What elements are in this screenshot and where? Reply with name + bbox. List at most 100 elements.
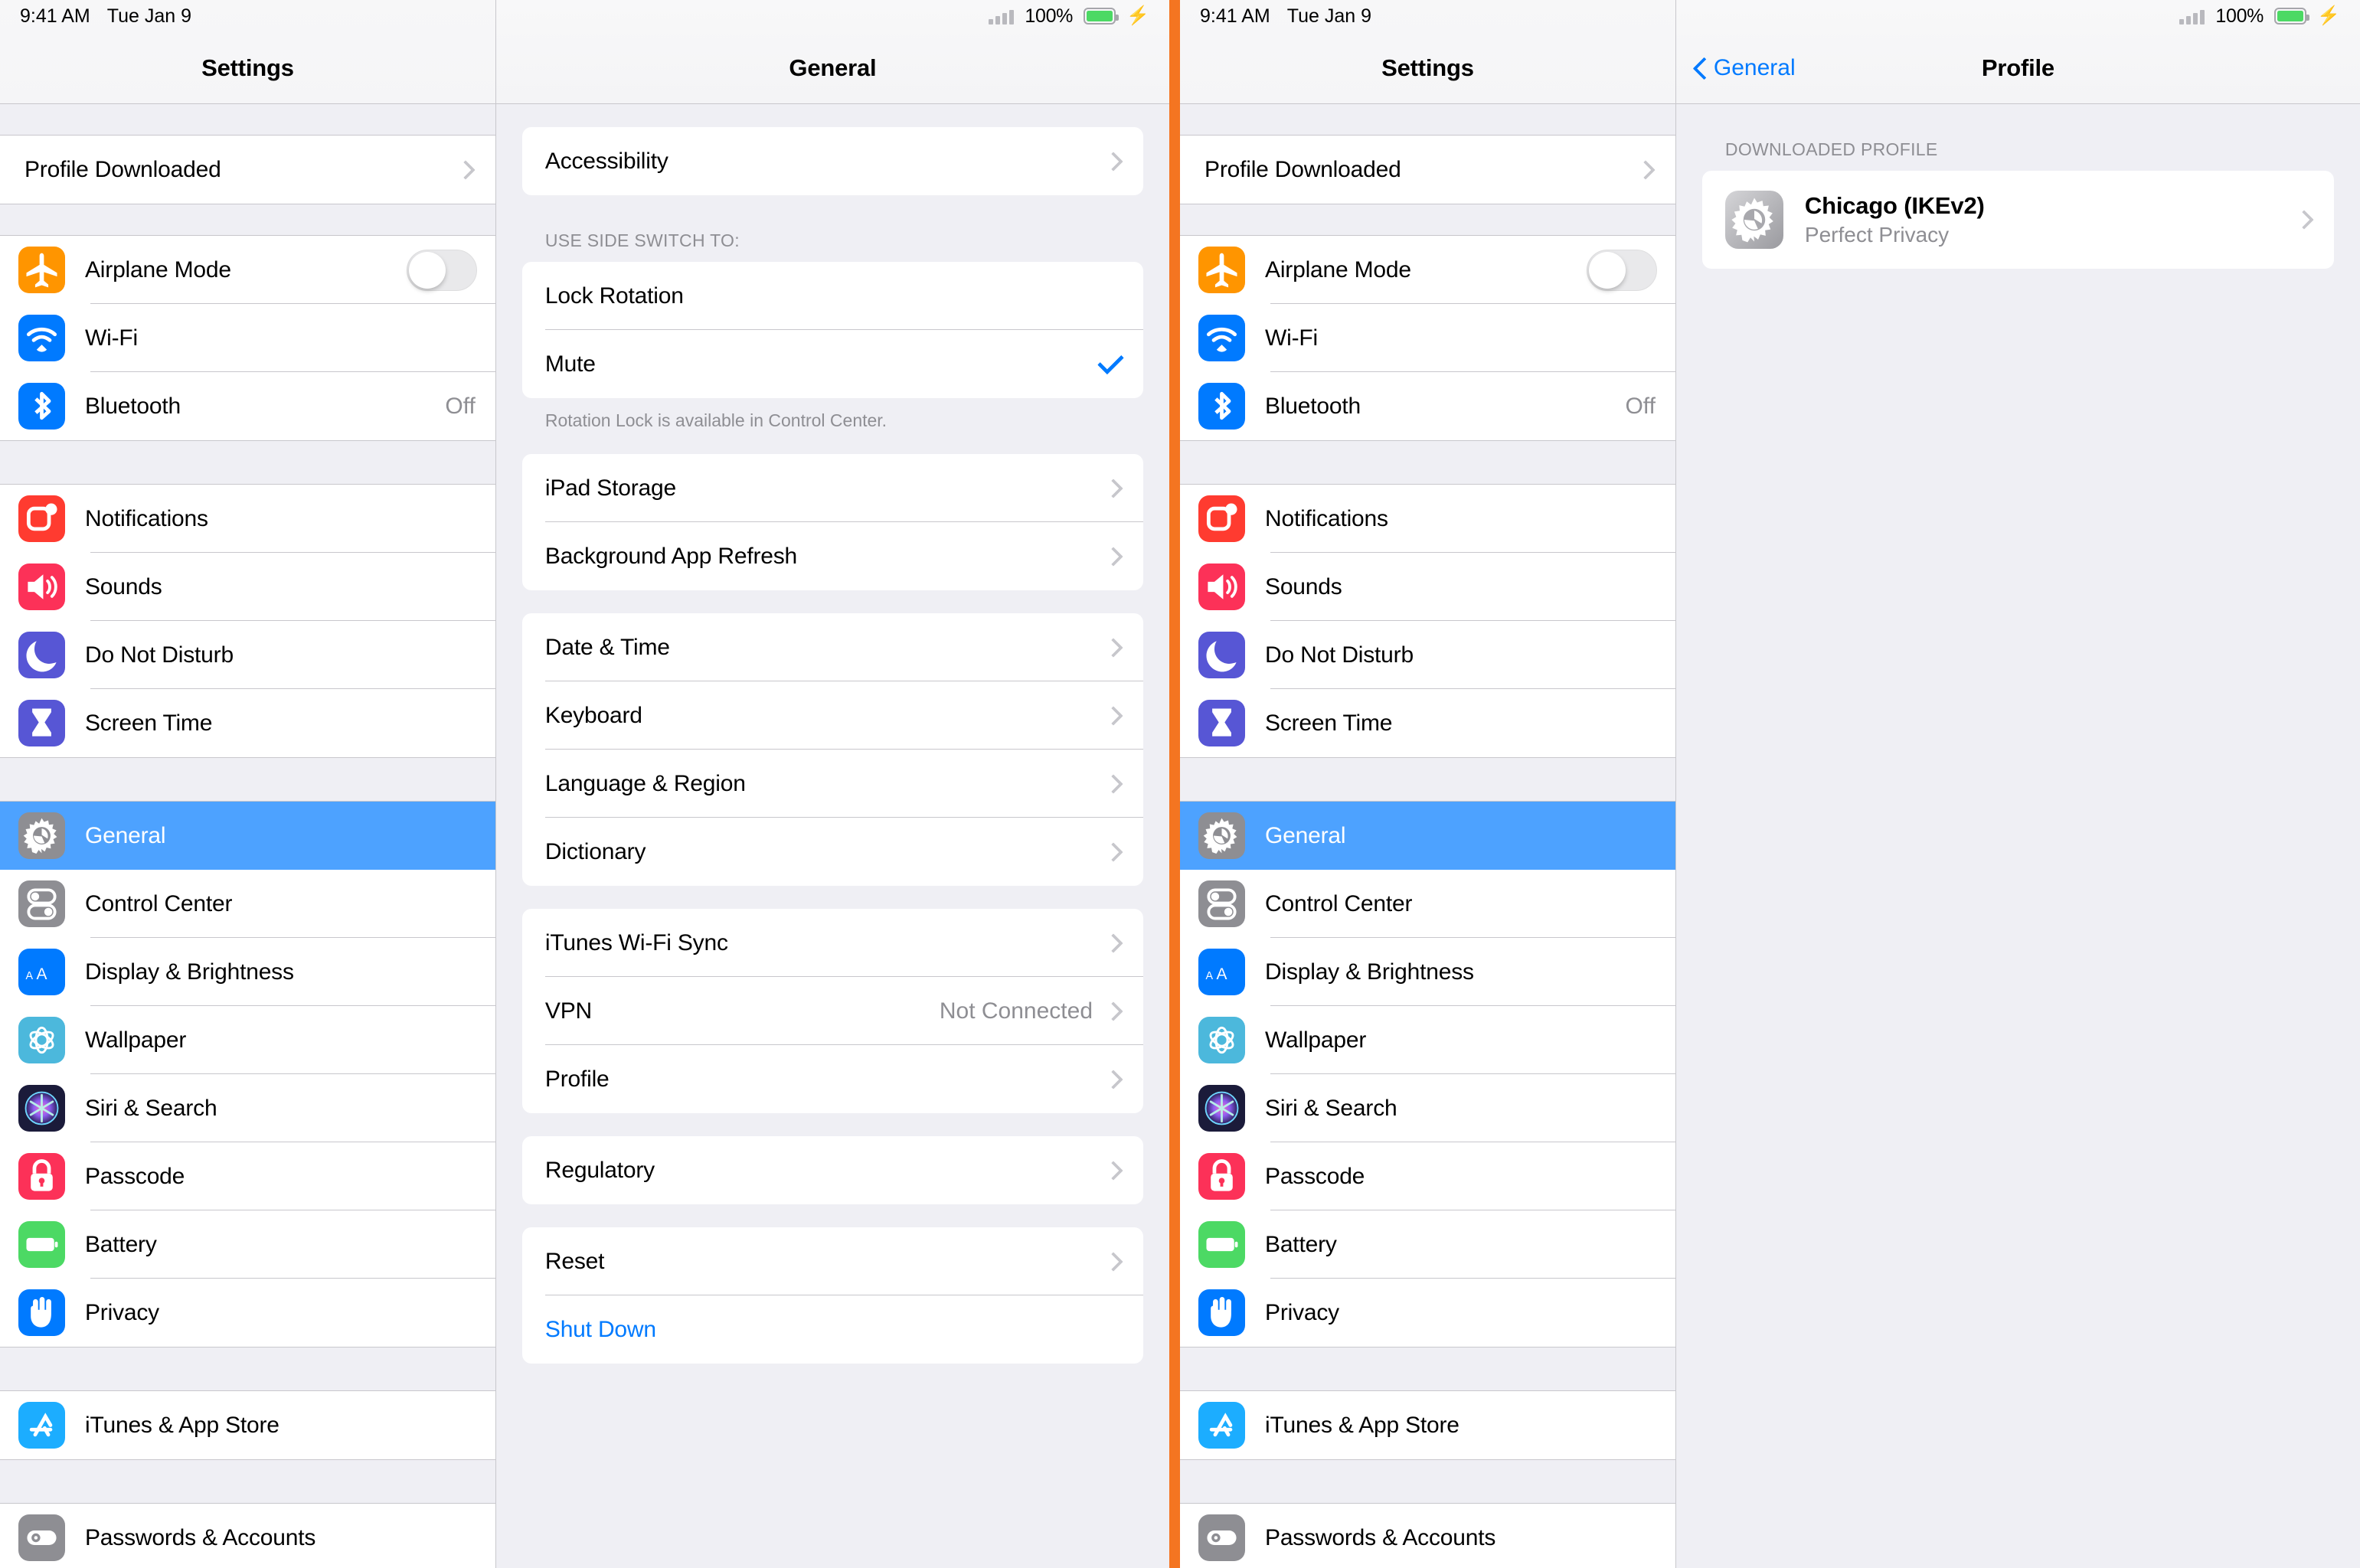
- row-language-region[interactable]: Language & Region: [522, 750, 1144, 818]
- notifications-icon: [18, 495, 65, 542]
- sidebar-item-label: Sounds: [85, 573, 162, 599]
- airplane-mode-toggle[interactable]: [406, 249, 477, 291]
- sidebar-item-label: Screen Time: [1265, 710, 1393, 736]
- row-label: Accessibility: [544, 148, 668, 174]
- sidebar-item-screen-time[interactable]: Screen Time: [1180, 689, 1675, 757]
- profile-list-item[interactable]: Chicago (IKEv2) Perfect Privacy: [1702, 171, 2334, 269]
- row-mute[interactable]: Mute: [522, 330, 1143, 398]
- control-center-icon: [18, 880, 65, 927]
- settings-card: Date & Time Keyboard Language & Region D…: [521, 613, 1144, 886]
- sidebar-header: 9:41 AM Tue Jan 9 Settings: [0, 0, 495, 103]
- sidebar-item-airplane-mode[interactable]: Airplane Mode: [0, 236, 495, 304]
- sidebar-item-label: Battery: [1265, 1231, 1337, 1257]
- profile-organization: Perfect Privacy: [1804, 223, 1950, 247]
- screenshot-divider: [1169, 0, 1181, 1568]
- wallpaper-icon: [18, 1017, 65, 1063]
- ipad-split-screenshot: 9:41 AM Tue Jan 9 Settings Profile Downl…: [0, 0, 2360, 1568]
- sidebar-item-display-brightness[interactable]: AA Display & Brightness: [0, 938, 495, 1006]
- row-keyboard[interactable]: Keyboard: [522, 681, 1144, 750]
- sidebar-item-battery[interactable]: Battery: [0, 1210, 495, 1279]
- sidebar-item-passcode[interactable]: Passcode: [1180, 1142, 1675, 1210]
- sidebar-group-gap: [1180, 1347, 1675, 1391]
- sidebar-item-label: Siri & Search: [1265, 1095, 1397, 1121]
- sidebar-item-display-brightness[interactable]: AA Display & Brightness: [1180, 938, 1675, 1006]
- sidebar-item-control-center[interactable]: Control Center: [1180, 870, 1675, 938]
- airplane-mode-toggle[interactable]: [1586, 249, 1657, 291]
- sidebar-item-label: Control Center: [1265, 890, 1413, 916]
- sidebar-item-label: Privacy: [1265, 1299, 1339, 1325]
- profile-downloaded-label: Profile Downloaded: [1205, 156, 1401, 182]
- sidebar-item-general[interactable]: General: [0, 802, 495, 870]
- sidebar-header-2: 9:41 AM Tue Jan 9 Settings: [1180, 0, 1675, 103]
- sidebar-group-gap: [0, 757, 495, 802]
- row-regulatory[interactable]: Regulatory: [522, 1136, 1143, 1204]
- sidebar-item-wi-fi[interactable]: Wi-Fi: [0, 304, 495, 372]
- row-date-time[interactable]: Date & Time: [522, 613, 1144, 681]
- vpn-value: Not Connected: [939, 998, 1093, 1024]
- sidebar-item-label: Do Not Disturb: [85, 642, 234, 668]
- sidebar-item-screen-time[interactable]: Screen Time: [0, 689, 495, 757]
- sidebar-item-wallpaper[interactable]: Wallpaper: [0, 1006, 495, 1074]
- hourglass-icon: [1198, 700, 1246, 746]
- sidebar-group-gap: [0, 204, 495, 236]
- passwords-accounts-icon: [1198, 1514, 1246, 1561]
- profile-downloaded-banner[interactable]: Profile Downloaded: [1180, 136, 1675, 204]
- sidebar-item-passwords-accounts[interactable]: Passwords & Accounts: [1180, 1504, 1675, 1568]
- row-profile[interactable]: Profile: [522, 1045, 1143, 1113]
- settings-card: iPad Storage Background App Refresh: [521, 454, 1144, 590]
- sidebar-item-label: Privacy: [85, 1299, 159, 1325]
- sidebar-item-do-not-disturb[interactable]: Do Not Disturb: [0, 621, 495, 689]
- page-title: Settings: [1381, 54, 1474, 81]
- sidebar-item-sounds[interactable]: Sounds: [1180, 553, 1675, 621]
- downloaded-profile-header: DOWNLOADED PROFILE: [1724, 139, 1938, 159]
- general-header: 100% ⚡ General: [495, 0, 1170, 104]
- sidebar-item-wi-fi[interactable]: Wi-Fi: [1180, 304, 1675, 372]
- sidebar-item-general[interactable]: General: [1180, 802, 1675, 870]
- sidebar-item-notifications[interactable]: Notifications: [1180, 485, 1675, 553]
- sidebar-item-sounds[interactable]: Sounds: [0, 553, 495, 621]
- general-detail-pane: 100% ⚡ General Accessibility USE SIDE SW…: [495, 0, 1170, 1568]
- row-shut-down[interactable]: Shut Down: [522, 1295, 1143, 1364]
- row-lock-rotation[interactable]: Lock Rotation: [522, 262, 1144, 330]
- sidebar-item-label: Wi-Fi: [85, 325, 138, 351]
- sidebar-item-siri-search[interactable]: Siri & Search: [0, 1074, 495, 1142]
- sidebar-item-label: Bluetooth: [85, 393, 181, 419]
- chevron-right-icon: [1103, 1069, 1123, 1089]
- sidebar-item-wallpaper[interactable]: Wallpaper: [1180, 1006, 1675, 1074]
- sidebar-group-gap: [0, 1459, 495, 1504]
- lightning-bolt-icon: ⚡: [2317, 5, 2340, 26]
- downloaded-profile-card: Chicago (IKEv2) Perfect Privacy: [1701, 171, 2334, 269]
- row-reset[interactable]: Reset: [522, 1227, 1144, 1295]
- sidebar-item-privacy[interactable]: Privacy: [1180, 1279, 1675, 1347]
- row-ipad-storage[interactable]: iPad Storage: [522, 454, 1144, 522]
- row-vpn[interactable]: VPN Not Connected: [522, 977, 1144, 1045]
- row-background-app-refresh[interactable]: Background App Refresh: [522, 522, 1143, 590]
- sidebar-navbar: Settings: [0, 32, 495, 103]
- sidebar-group-gap: [0, 440, 495, 485]
- sidebar-item-bluetooth[interactable]: Bluetooth Off: [0, 372, 495, 440]
- sidebar-group-gap: [1180, 204, 1675, 236]
- row-accessibility[interactable]: Accessibility: [522, 127, 1143, 195]
- row-label: Dictionary: [544, 838, 646, 864]
- sidebar-item-privacy[interactable]: Privacy: [0, 1279, 495, 1347]
- sidebar-item-battery[interactable]: Battery: [1180, 1210, 1675, 1279]
- profile-downloaded-banner[interactable]: Profile Downloaded: [0, 136, 495, 204]
- sidebar-item-control-center[interactable]: Control Center: [0, 870, 495, 938]
- row-dictionary[interactable]: Dictionary: [522, 818, 1143, 886]
- sidebar-item-notifications[interactable]: Notifications: [0, 485, 495, 553]
- sidebar-item-passcode[interactable]: Passcode: [0, 1142, 495, 1210]
- sidebar-list: Profile Downloaded Airplane Mode Wi-Fi B…: [0, 103, 495, 1568]
- sidebar-item-label: Control Center: [85, 890, 233, 916]
- sidebar-item-label: Do Not Disturb: [1265, 642, 1414, 668]
- sidebar-item-itunes-app-store[interactable]: iTunes & App Store: [1180, 1391, 1675, 1459]
- settings-sidebar-right: 9:41 AM Tue Jan 9 Settings Profile Downl…: [1180, 0, 1676, 1568]
- row-itunes-wi-fi-sync[interactable]: iTunes Wi-Fi Sync: [522, 909, 1144, 977]
- sidebar-item-do-not-disturb[interactable]: Do Not Disturb: [1180, 621, 1675, 689]
- sidebar-item-siri-search[interactable]: Siri & Search: [1180, 1074, 1675, 1142]
- sidebar-item-passwords-accounts[interactable]: Passwords & Accounts: [0, 1504, 495, 1568]
- sidebar-item-itunes-app-store[interactable]: iTunes & App Store: [0, 1391, 495, 1459]
- sidebar-item-airplane-mode[interactable]: Airplane Mode: [1180, 236, 1675, 304]
- sidebar-top-gap: [0, 103, 495, 136]
- sidebar-item-bluetooth[interactable]: Bluetooth Off: [1180, 372, 1675, 440]
- back-button-general[interactable]: General: [1695, 55, 1796, 81]
